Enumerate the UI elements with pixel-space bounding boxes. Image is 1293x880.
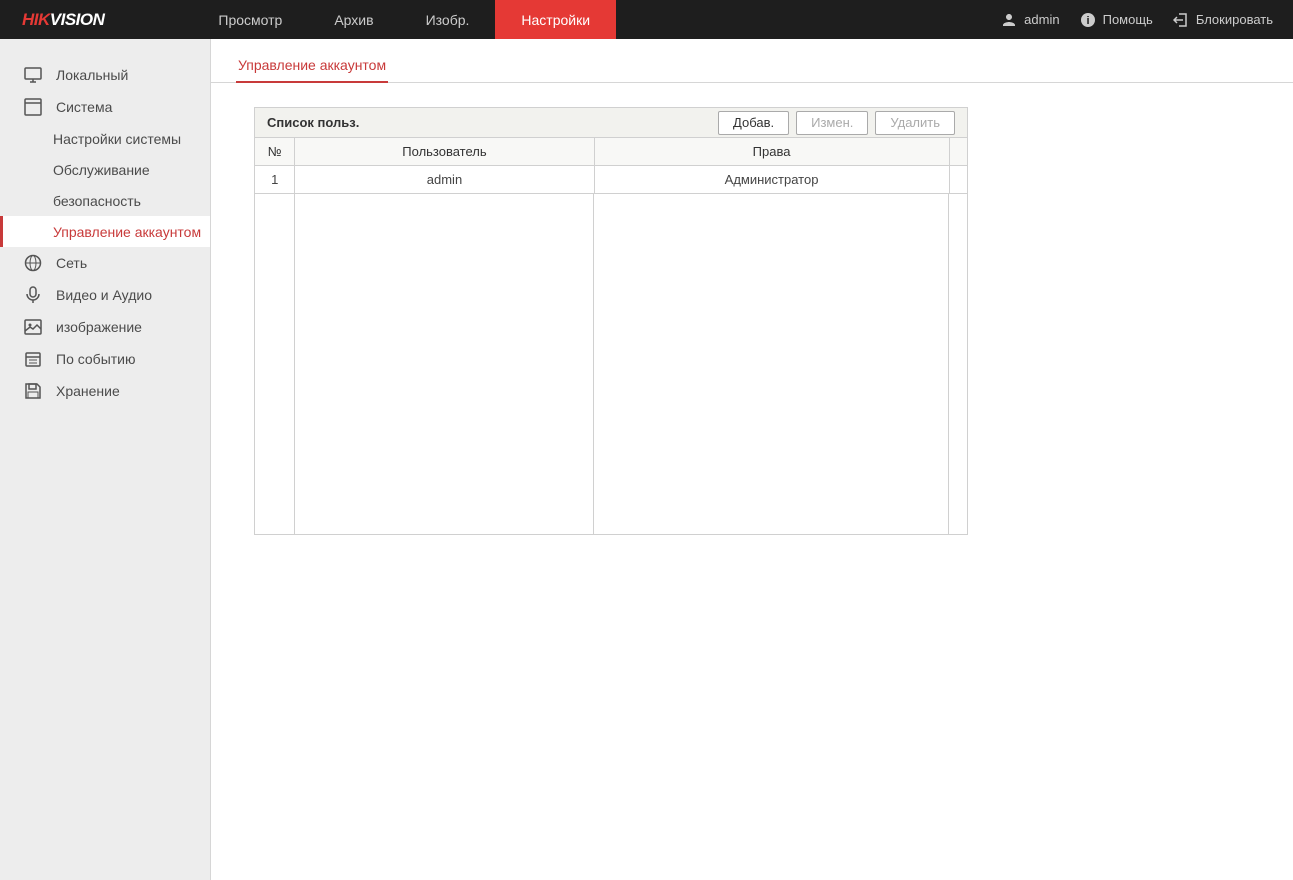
main-content: Управление аккаунтом Список польз. Добав…	[211, 39, 1293, 880]
table-row[interactable]: 1 admin Администратор	[255, 166, 967, 194]
event-icon	[24, 350, 42, 368]
logo-vision: VISION	[50, 10, 105, 30]
system-icon	[24, 98, 42, 116]
sidebar-sub-label: Управление аккаунтом	[53, 224, 201, 240]
th-no: №	[255, 138, 295, 166]
sidebar-item-system[interactable]: Система	[0, 91, 210, 123]
sidebar-sub-system-settings[interactable]: Настройки системы	[0, 123, 210, 154]
header-user[interactable]: admin	[1001, 12, 1059, 28]
sidebar-item-label: Хранение	[56, 383, 120, 399]
content-tabs: Управление аккаунтом	[211, 49, 1293, 83]
sidebar-item-event[interactable]: По событию	[0, 343, 210, 375]
th-rights: Права	[594, 138, 949, 166]
nav-tab-label: Изобр.	[426, 12, 470, 28]
empty-col	[255, 194, 295, 534]
content-tab-label: Управление аккаунтом	[238, 57, 386, 73]
logout-icon	[1173, 12, 1189, 28]
header-help-label: Помощь	[1103, 12, 1153, 27]
info-icon: i	[1080, 12, 1096, 28]
panel-title: Список польз.	[267, 115, 359, 130]
header: HIKVISION Просмотр Архив Изобр. Настройк…	[0, 0, 1293, 39]
sidebar-item-video-audio[interactable]: Видео и Аудио	[0, 279, 210, 311]
image-icon	[24, 318, 42, 336]
globe-icon	[24, 254, 42, 272]
user-table: № Пользователь Права 1 admin Администрат…	[255, 138, 967, 194]
nav-tabs: Просмотр Архив Изобр. Настройки	[192, 0, 616, 39]
sidebar-sub-label: Настройки системы	[53, 131, 181, 147]
sidebar: Локальный Система Настройки системы Обсл…	[0, 39, 211, 880]
body-area: Локальный Система Настройки системы Обсл…	[0, 39, 1293, 880]
panel-header: Список польз. Добав. Измен. Удалить	[255, 108, 967, 138]
sidebar-item-network[interactable]: Сеть	[0, 247, 210, 279]
th-user: Пользователь	[295, 138, 594, 166]
sidebar-item-label: Локальный	[56, 67, 128, 83]
content-body: Список польз. Добав. Измен. Удалить № По…	[211, 83, 1293, 535]
sidebar-item-image[interactable]: изображение	[0, 311, 210, 343]
sidebar-item-label: Система	[56, 99, 112, 115]
empty-col	[949, 194, 967, 534]
sidebar-sub-security[interactable]: безопасность	[0, 185, 210, 216]
empty-col	[594, 194, 949, 534]
nav-tab-label: Настройки	[521, 12, 590, 28]
nav-tab-preview[interactable]: Просмотр	[192, 0, 308, 39]
sidebar-item-storage[interactable]: Хранение	[0, 375, 210, 407]
nav-tab-label: Архив	[334, 12, 373, 28]
add-button[interactable]: Добав.	[718, 111, 789, 135]
header-logout-label: Блокировать	[1196, 12, 1273, 27]
th-blank	[949, 138, 967, 166]
header-right: admin i Помощь Блокировать	[1001, 12, 1293, 28]
nav-tab-settings[interactable]: Настройки	[495, 0, 616, 39]
td-no: 1	[255, 166, 295, 194]
td-rights: Администратор	[594, 166, 949, 194]
content-tab-account[interactable]: Управление аккаунтом	[236, 49, 388, 83]
nav-tab-image[interactable]: Изобр.	[400, 0, 496, 39]
mic-icon	[24, 286, 42, 304]
user-icon	[1001, 12, 1017, 28]
td-blank	[949, 166, 967, 194]
edit-button[interactable]: Измен.	[796, 111, 868, 135]
sidebar-sub-label: безопасность	[53, 193, 141, 209]
sidebar-sub-account[interactable]: Управление аккаунтом	[0, 216, 210, 247]
delete-button[interactable]: Удалить	[875, 111, 955, 135]
sidebar-item-label: По событию	[56, 351, 136, 367]
nav-tab-archive[interactable]: Архив	[308, 0, 399, 39]
monitor-icon	[24, 66, 42, 84]
sidebar-sub-maintenance[interactable]: Обслуживание	[0, 154, 210, 185]
header-user-label: admin	[1024, 12, 1059, 27]
header-help[interactable]: i Помощь	[1080, 12, 1153, 28]
nav-tab-label: Просмотр	[218, 12, 282, 28]
td-user: admin	[295, 166, 594, 194]
svg-text:i: i	[1086, 15, 1089, 27]
header-logout[interactable]: Блокировать	[1173, 12, 1273, 28]
sidebar-sub-label: Обслуживание	[53, 162, 150, 178]
sidebar-item-label: Сеть	[56, 255, 87, 271]
sidebar-item-local[interactable]: Локальный	[0, 59, 210, 91]
table-empty-area	[255, 194, 967, 534]
logo: HIKVISION	[0, 10, 124, 30]
sidebar-item-label: изображение	[56, 319, 142, 335]
table-header-row: № Пользователь Права	[255, 138, 967, 166]
user-panel: Список польз. Добав. Измен. Удалить № По…	[254, 107, 968, 535]
logo-hik: HIK	[22, 10, 50, 30]
save-icon	[24, 382, 42, 400]
panel-buttons: Добав. Измен. Удалить	[718, 111, 955, 135]
sidebar-item-label: Видео и Аудио	[56, 287, 152, 303]
empty-col	[295, 194, 594, 534]
